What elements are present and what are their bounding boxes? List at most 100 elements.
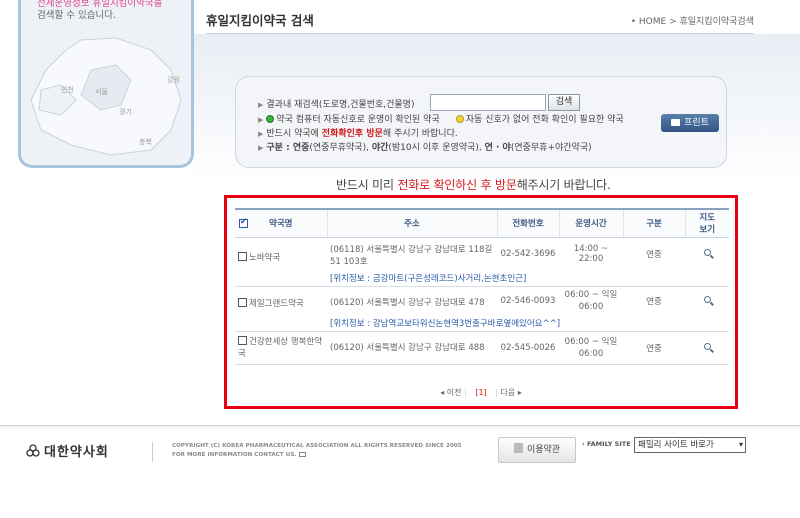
header-map-line2: 보기: [699, 225, 716, 236]
category-yagan: 야간: [371, 143, 389, 153]
pharmacy-name[interactable]: 노바약국: [249, 253, 280, 263]
legend-row: ▶ 약국 컴퓨터 자동신호로 운영이 확인된 약국 자동 신호가 없어 전화 확인이…: [258, 112, 624, 125]
map-region-gangwon[interactable]: 강원: [167, 75, 180, 84]
map-hint-line1: 전세운영정보 휴일지킴이약국을: [37, 0, 163, 9]
document-icon: [513, 443, 523, 453]
family-site-value: 패밀리 사이트 바로가: [638, 440, 714, 450]
header-map-line1: 지도: [699, 213, 716, 224]
call-before-visit-notice: 반드시 미리 전화로 확인하신 후 방문해주시기 바랍니다.: [336, 176, 611, 193]
pharmacy-address: (06120) 서울특별시 강남구 강남대로 488: [327, 331, 497, 365]
envelope-icon[interactable]: [298, 452, 306, 457]
map-hint: 전세운영정보 휴일지킴이약국을 검색할 수 있습니다.: [37, 0, 187, 22]
notice-emphasis: 전화로 확인하신 후 방문: [397, 178, 517, 192]
location-row: [위치정보 : 금강마트(구은성레코드)사거리,논현초인근]: [235, 269, 729, 287]
phone-check-notice: ▶ 반드시 약국에 전화확인후 방문해 주시기 바랍니다.: [258, 126, 458, 139]
prev-page-link[interactable]: ◂ 이전: [440, 388, 461, 397]
family-site-select[interactable]: 패밀리 사이트 바로가 ▾: [634, 437, 746, 453]
korea-map-icon[interactable]: 강원 인천 서울 경기 충북: [21, 30, 191, 160]
pharmacy-category: 연중: [623, 331, 685, 365]
footer-separator: [152, 442, 153, 462]
print-button[interactable]: 프린트: [661, 114, 719, 132]
category-label: 구분 :: [266, 143, 293, 153]
pharmacy-results-table: 약국명 주소 전화번호 운영시간 구분 지도보기 노바약국 (06118) 서울…: [235, 208, 729, 365]
category-both-desc: (연중무휴+야간약국): [510, 143, 592, 153]
header-name: 약국명: [235, 208, 327, 238]
map-region-gyeonggi[interactable]: 경기: [119, 107, 132, 116]
footer-shadow: [0, 426, 800, 430]
table-row: 제일그랜드약국 (06120) 서울특별시 강남구 강남대로 478 02-54…: [235, 286, 729, 315]
table-row: 건강한세상 행복한약국 (06120) 서울특별시 강남구 강남대로 488 0…: [235, 331, 729, 365]
map-view-icon[interactable]: [703, 248, 711, 256]
page-title: 휴일지킴이약국 검색: [206, 13, 314, 28]
row-checkbox[interactable]: [238, 297, 247, 307]
search-panel: ▶ 결과내 재검색(도로명,건물번호,건물명) 검색 ▶ 약국 컴퓨터 자동신호로 …: [235, 76, 727, 168]
map-region-seoul[interactable]: 서울: [95, 87, 108, 96]
pharmacy-category: 연중: [646, 249, 662, 260]
header-hours: 운영시간: [558, 208, 623, 238]
notice-post: 해 주시기 바랍니다.: [382, 129, 458, 139]
notice-emphasis: 전화확인후 방문: [321, 129, 383, 139]
select-all-checkbox[interactable]: [239, 217, 248, 228]
pharmacy-hours: 14:00 ~ 22:00: [573, 243, 609, 264]
notice-pre: 반드시 미리: [336, 178, 398, 192]
copyright-line2-wrap: FOR MORE INFORMATION CONTACT US.: [172, 451, 462, 460]
pharmacy-phone: 02-546-0093: [500, 295, 556, 306]
row-checkbox[interactable]: [238, 335, 247, 345]
header-address: 주소: [326, 208, 497, 238]
location-info: [위치정보 : 금강마트(구은성레코드)사거리,논현초인근]: [327, 269, 729, 287]
green-status-icon: [266, 115, 275, 123]
pharmacy-address: (06120) 서울특별시 강남구 강남대로 478: [330, 297, 485, 308]
notice-post: 해주시기 바랍니다.: [516, 178, 611, 192]
category-yagan-desc: (밤10시 이후 운영약국),: [388, 143, 485, 153]
bullet-icon: ▶: [258, 101, 264, 109]
bullet-icon: ▶: [258, 116, 264, 124]
results-highlight-frame: 약국명 주소 전화번호 운영시간 구분 지도보기 노바약국 (06118) 서울…: [224, 195, 738, 409]
copyright-line2: FOR MORE INFORMATION CONTACT US.: [172, 452, 297, 458]
bullet-icon: ▶: [258, 144, 264, 152]
map-view-icon[interactable]: [703, 342, 711, 350]
pharmacy-name[interactable]: 건강한세상 행복한약국: [238, 337, 322, 359]
legend-green-text: 약국 컴퓨터 자동신호로 운영이 확인된 약국: [276, 115, 440, 125]
pharmacy-category: 연중: [646, 296, 662, 307]
terms-button[interactable]: 이용약관: [498, 437, 576, 463]
search-button[interactable]: 검색: [548, 94, 580, 111]
chevron-down-icon: ▾: [738, 440, 743, 449]
terms-label: 이용약관: [526, 445, 561, 455]
pharmacy-hours: 06:00 ~ 익일 06:00: [564, 289, 618, 312]
current-page[interactable]: [1]: [475, 388, 486, 397]
logo-mark-icon: [26, 444, 40, 457]
kpa-logo[interactable]: 대한약사회: [26, 441, 109, 460]
next-page-link[interactable]: 다음 ▸: [500, 388, 521, 397]
location-info: [위치정보 : 강남역교보타워신논현역3번출구바로옆에있어요^^]: [327, 314, 729, 332]
legend-yellow-text: 자동 신호가 없어 전화 확인이 필요한 약국: [465, 115, 624, 125]
bullet-icon: ▶: [258, 130, 264, 138]
row-checkbox[interactable]: [238, 251, 247, 261]
research-input[interactable]: [430, 94, 546, 111]
region-map-panel: 전세운영정보 휴일지킴이약국을 검색할 수 있습니다. 강원 인천 서울 경기 …: [18, 0, 194, 168]
printer-icon: [671, 119, 681, 126]
yellow-status-icon: [455, 115, 464, 123]
research-label: 결과내 재검색(도로명,건물번호,건물명): [266, 100, 415, 110]
family-site-label: › FAMILY SITE: [582, 440, 631, 448]
notice-pre: 반드시 약국에: [266, 129, 322, 139]
copyright: COPYRIGHT (C) KOREA PHARMACEUTICAL ASSOC…: [172, 442, 462, 460]
research-row: ▶ 결과내 재검색(도로명,건물번호,건물명): [258, 97, 414, 110]
family-site-text: FAMILY SITE: [586, 440, 631, 448]
header-map: 지도 보기: [684, 208, 729, 238]
pharmacy-phone: 02-542-3696: [500, 248, 556, 259]
map-hint-line2: 검색할 수 있습니다.: [37, 10, 116, 21]
header-phone: 전화번호: [496, 208, 559, 238]
table-header-row: 약국명 주소 전화번호 운영시간 구분 지도보기: [235, 208, 729, 238]
pager-separator: |: [464, 388, 467, 397]
map-region-incheon[interactable]: 인천: [61, 85, 74, 94]
map-view-icon[interactable]: [703, 295, 711, 303]
location-row: [위치정보 : 강남역교보타워신논현역3번출구바로옆에있어요^^]: [235, 314, 729, 332]
map-region-chungbuk[interactable]: 충북: [139, 137, 152, 146]
pagination: ◂ 이전 | [1] | 다음 ▸: [227, 387, 735, 398]
pharmacy-hours: 06:00 ~ 익일 06:00: [559, 331, 623, 365]
pharmacy-name[interactable]: 제일그랜드약국: [249, 299, 304, 309]
category-yeonjung-desc: (연중무휴약국),: [309, 143, 372, 153]
header-name-label: 약국명: [269, 219, 293, 230]
pharmacy-address: (06118) 서울특별시 강남구 강남대로 118길 51 103호: [330, 244, 493, 267]
header-category: 구분: [622, 208, 685, 238]
